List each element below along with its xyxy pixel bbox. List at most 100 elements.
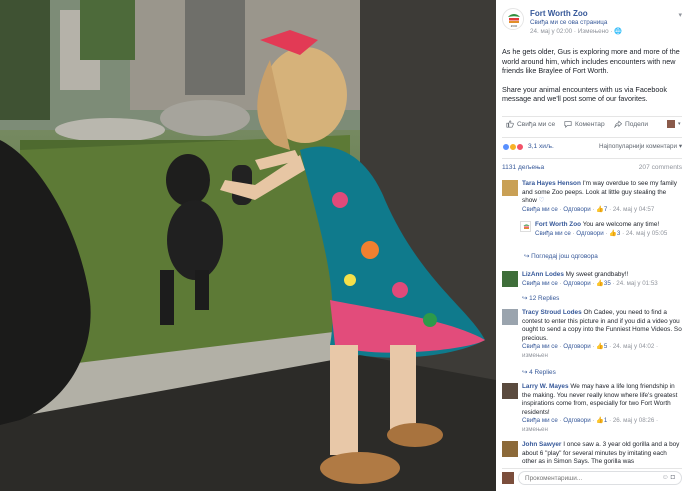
page-name[interactable]: Fort Worth Zoo bbox=[530, 9, 588, 18]
comment-button[interactable]: Коментар bbox=[564, 120, 605, 128]
comment-bubble-icon bbox=[564, 121, 572, 128]
commenter-avatar[interactable] bbox=[502, 180, 518, 196]
comment-time[interactable]: 24. мај у 05:05 bbox=[626, 230, 667, 237]
share-arrow-icon bbox=[614, 120, 622, 128]
zoo-reply-avatar[interactable] bbox=[520, 221, 531, 232]
comment-like-thumb-icon[interactable]: 👍 bbox=[596, 206, 604, 213]
comment-item: John Sawyer I once saw a. 3 year old gor… bbox=[502, 441, 682, 467]
zoo-logo-icon bbox=[523, 224, 530, 229]
comment-like-button[interactable]: Свиђа ми се bbox=[522, 206, 558, 213]
like-button[interactable]: Свиђа ми се bbox=[506, 120, 555, 128]
post-counts: 1131 дељења 207 comments bbox=[502, 164, 682, 174]
comment-like-thumb-icon[interactable]: 👍 bbox=[596, 417, 604, 424]
comment-edited[interactable]: измењен bbox=[522, 426, 548, 433]
heart-emoji-icon: ♡ bbox=[538, 197, 545, 205]
shares-count[interactable]: 1131 дељења bbox=[502, 164, 544, 171]
divider bbox=[502, 137, 682, 138]
commenter-avatar[interactable] bbox=[502, 441, 518, 457]
commenter-name[interactable]: Tracy Stroud Lodes bbox=[522, 309, 582, 316]
timestamp-text: 24. мај у 02:00 · Измењено · bbox=[530, 28, 615, 35]
comment-like-thumb-icon[interactable]: 👍 bbox=[596, 280, 604, 287]
comment-time[interactable]: 24. мај у 04:02 bbox=[613, 343, 654, 350]
comment-reply-button[interactable]: Одговори bbox=[576, 230, 603, 237]
comment-meta: Свиђа ми се · Одговори · 👍35 · 24. мај у… bbox=[522, 279, 658, 287]
reaction-avatar-selector[interactable]: ▾ bbox=[667, 120, 681, 128]
thumbs-up-icon bbox=[506, 120, 514, 128]
comment-body: Tara Hayes Henson I'm way overdue to see… bbox=[522, 180, 682, 214]
sort-label: Најпопуларнији коментари bbox=[598, 143, 678, 150]
post-timestamp[interactable]: 24. мај у 02:00 · Измењено · 🌐 bbox=[530, 27, 622, 35]
commenter-name[interactable]: Tara Hayes Henson bbox=[522, 180, 581, 187]
comment-like-button[interactable]: Свиђа ми се bbox=[522, 417, 558, 424]
user-avatar-icon bbox=[667, 120, 675, 128]
commenter-avatar[interactable] bbox=[502, 271, 518, 287]
replies-link[interactable]: ↪ 4 Replies bbox=[522, 368, 556, 376]
composer-icons: ☺◘ bbox=[662, 474, 677, 481]
comment-meta: Свиђа ми се · Одговори · 👍1 · 26. мај у … bbox=[522, 417, 659, 433]
more-replies-label: Погледај још одговора bbox=[531, 253, 598, 260]
replies-label: 12 Replies bbox=[529, 295, 560, 302]
commenter-name[interactable]: John Sawyer bbox=[522, 441, 561, 448]
comment-like-count[interactable]: 35 bbox=[604, 280, 611, 287]
photo-scene bbox=[0, 0, 496, 491]
commenter-avatar[interactable] bbox=[502, 309, 518, 325]
post-options-chevron-icon[interactable]: ▾ bbox=[678, 11, 682, 19]
like-page-link[interactable]: Свиђа ми се ова страница bbox=[530, 19, 607, 26]
comment-reply-button[interactable]: Одговори bbox=[563, 343, 590, 350]
divider bbox=[502, 158, 682, 159]
replies-link[interactable]: ↪ 12 Replies bbox=[522, 294, 559, 302]
comment-input[interactable] bbox=[518, 471, 682, 485]
reaction-count[interactable]: 3,1 хиљ. bbox=[528, 143, 554, 150]
commenter-name[interactable]: Larry W. Mayes bbox=[522, 383, 569, 390]
commenter-name[interactable]: Fort Worth Zoo bbox=[535, 221, 581, 228]
comment-like-count[interactable]: 7 bbox=[604, 206, 607, 213]
more-replies-link[interactable]: ↪ Погледај још одговора bbox=[524, 252, 598, 260]
post-text: As he gets older, Gus is exploring more … bbox=[502, 47, 682, 113]
comment-like-count[interactable]: 3 bbox=[617, 230, 620, 237]
divider bbox=[502, 116, 682, 117]
share-button[interactable]: Подели bbox=[614, 120, 648, 128]
love-reaction-icon bbox=[516, 143, 524, 151]
comment-like-button[interactable]: Свиђа ми се bbox=[522, 343, 558, 350]
comment-label: Коментар bbox=[575, 120, 605, 128]
comment-body: Fort Worth Zoo You are welcome any time!… bbox=[535, 221, 680, 238]
post-actions: Свиђа ми се Коментар Подели ▾ bbox=[502, 120, 682, 134]
comment-meta: Свиђа ми се · Одговори · 👍3 · 24. мај у … bbox=[535, 229, 668, 237]
comment-reply-button[interactable]: Одговори bbox=[563, 206, 590, 213]
comment-reply-button[interactable]: Одговори bbox=[563, 417, 590, 424]
comment-meta: Свиђа ми се · Одговори · 👍7 · 24. мај у … bbox=[522, 205, 655, 213]
comment-reply-button[interactable]: Одговори bbox=[563, 280, 590, 287]
comment-like-count[interactable]: 5 bbox=[604, 343, 607, 350]
comment-like-thumb-icon[interactable]: 👍 bbox=[596, 343, 604, 350]
globe-icon: 🌐 bbox=[614, 28, 623, 35]
comment-edited[interactable]: измењен bbox=[522, 352, 548, 359]
post-side-panel: ZOO Fort Worth Zoo Свиђа ми се ова стран… bbox=[496, 0, 688, 491]
post-paragraph-2: Share your animal encounters with us via… bbox=[502, 84, 668, 104]
reply-arrow-icon: ↪ bbox=[522, 295, 528, 302]
commenter-name[interactable]: LizAnn Lodes bbox=[522, 271, 564, 278]
svg-text:ZOO: ZOO bbox=[511, 24, 518, 28]
comment-time[interactable]: 24. мај у 01:53 bbox=[616, 280, 657, 287]
current-user-avatar[interactable] bbox=[502, 472, 514, 484]
comment-body: LizAnn Lodes My sweet grandbaby!! Свиђа … bbox=[522, 271, 682, 288]
reactions-summary[interactable]: 3,1 хиљ. Најпопуларнији коментари ▾ bbox=[502, 142, 682, 154]
comment-like-button[interactable]: Свиђа ми се bbox=[535, 230, 571, 237]
page-avatar[interactable]: ZOO bbox=[502, 8, 524, 30]
comment-time[interactable]: 26. мај у 08:26 bbox=[613, 417, 654, 424]
comment-like-count[interactable]: 1 bbox=[604, 417, 607, 424]
comment-composer: ☺◘ bbox=[502, 471, 682, 487]
commenter-avatar[interactable] bbox=[502, 383, 518, 399]
comment-like-button[interactable]: Свиђа ми се bbox=[522, 280, 558, 287]
comment-time[interactable]: 24. мај у 04:57 bbox=[613, 206, 654, 213]
reply-arrow-icon: ↪ bbox=[524, 253, 530, 260]
comment-sort-dropdown[interactable]: Најпопуларнији коментари ▾ bbox=[599, 143, 682, 150]
emoji-icon[interactable]: ☺ bbox=[662, 474, 671, 481]
reply-arrow-icon: ↪ bbox=[522, 369, 528, 376]
like-label: Свиђа ми се bbox=[517, 120, 556, 128]
comment-text: My sweet grandbaby!! bbox=[563, 271, 629, 278]
comment-like-thumb-icon[interactable]: 👍 bbox=[609, 230, 617, 237]
post-photo[interactable] bbox=[0, 0, 496, 491]
camera-icon[interactable]: ◘ bbox=[671, 474, 677, 481]
comment-text: You are welcome any time! bbox=[581, 221, 660, 228]
chevron-down-icon: ▾ bbox=[678, 121, 681, 127]
